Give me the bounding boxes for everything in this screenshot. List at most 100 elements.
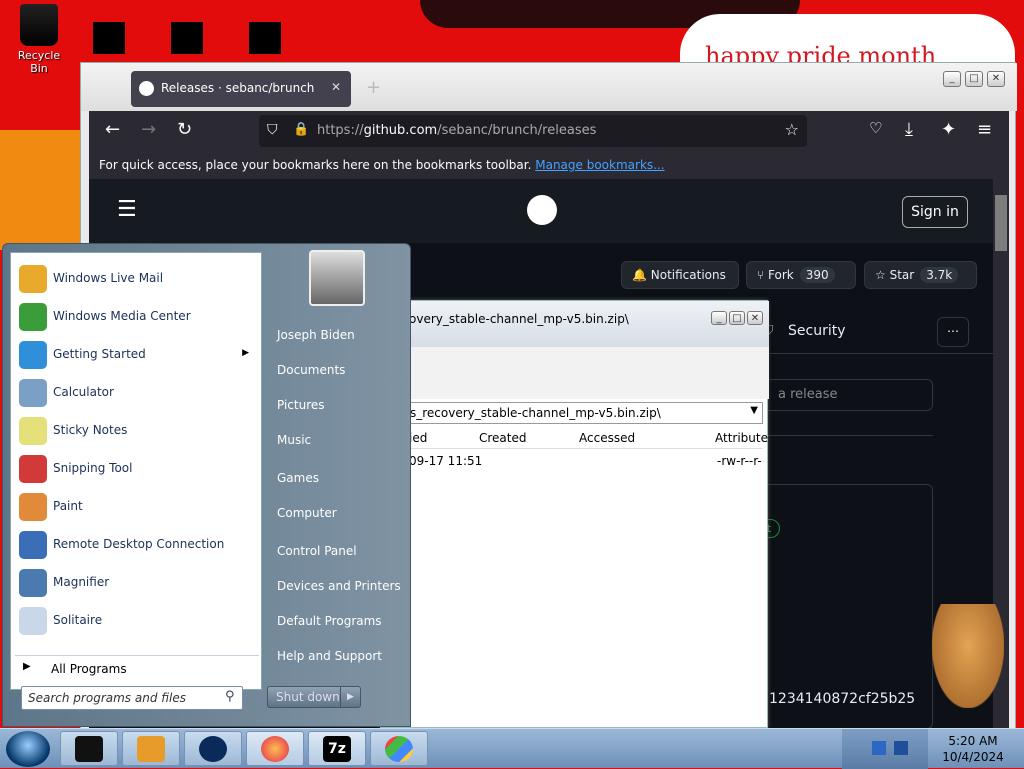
zip-path-field[interactable]: s_recovery_stable-channel_mp-v5.bin.zip\… (381, 402, 763, 424)
desktop-shortcut-2[interactable] (171, 22, 203, 54)
manage-bookmarks-link[interactable]: Manage bookmarks... (535, 158, 664, 172)
start-item[interactable]: Solitaire (17, 603, 257, 639)
start-right-item[interactable]: Pictures (277, 398, 325, 412)
taskbar-app-3[interactable] (184, 731, 242, 766)
url-host: github.com (363, 123, 438, 138)
notifications-button[interactable]: 🔔 Notifications (621, 261, 739, 289)
start-right-item[interactable]: Games (277, 471, 319, 485)
shutdown-options-icon[interactable]: ▶ (340, 687, 360, 707)
maximize-button[interactable]: □ (965, 71, 983, 87)
start-menu: Windows Live Mail Windows Media Center Get… (2, 243, 411, 727)
star-button[interactable]: ☆ Star 3.7k (864, 261, 977, 289)
commit-hash[interactable]: 1234140872cf25b25 (769, 691, 915, 707)
start-right-item[interactable]: Documents (277, 363, 345, 377)
start-right-item[interactable]: Control Panel (277, 544, 357, 558)
start-item[interactable]: Paint (17, 489, 257, 525)
program-icon (19, 379, 47, 407)
start-right-item[interactable]: Music (277, 433, 311, 447)
start-item[interactable]: Windows Media Center (17, 299, 257, 335)
program-icon (19, 303, 47, 331)
desktop-shortcut-3[interactable] (249, 22, 281, 54)
col-created[interactable]: Created (479, 431, 527, 445)
taskbar-7zip[interactable]: 7z (308, 731, 366, 766)
taskbar-app-1[interactable] (60, 731, 118, 766)
desktop-shortcut-1[interactable] (93, 22, 125, 54)
firefox-icon (261, 736, 289, 762)
bookmarks-hint: For quick access, place your bookmarks h… (99, 158, 532, 172)
star-icon: ☆ (875, 268, 890, 282)
start-item[interactable]: Remote Desktop Connection (17, 527, 257, 563)
start-item[interactable]: Sticky Notes (17, 413, 257, 449)
url-bar[interactable]: ⛉ 🔒 https://github.com/sebanc/brunch/rel… (259, 115, 807, 147)
download-icon[interactable]: ⤓ (905, 119, 913, 140)
col-accessed[interactable]: Accessed (579, 431, 635, 445)
more-options-icon[interactable]: ⋯ (937, 317, 969, 347)
start-item[interactable]: Magnifier (17, 565, 257, 601)
recycle-bin-label: Recycle Bin (17, 49, 61, 75)
bookmarks-toolbar: For quick access, place your bookmarks h… (89, 151, 1009, 179)
program-icon (19, 607, 47, 635)
start-item-label: Remote Desktop Connection (53, 537, 225, 551)
lock-icon[interactable]: 🔒 (293, 122, 309, 137)
github-logo-icon[interactable] (527, 195, 557, 225)
search-input[interactable]: Search programs and files (21, 686, 243, 710)
taskbar-media-player[interactable] (122, 731, 180, 766)
start-right-item[interactable]: Devices and Printers (277, 579, 401, 593)
tab-title: Releases · sebanc/brunch (161, 81, 315, 95)
zip-maximize-button[interactable]: □ (729, 311, 745, 325)
windows-logo-icon (385, 736, 413, 762)
taskbar-firefox[interactable] (246, 731, 304, 766)
start-item[interactable]: Calculator (17, 375, 257, 411)
start-orb-icon[interactable] (6, 731, 50, 767)
start-right-item[interactable]: Joseph Biden (277, 328, 355, 342)
chevron-down-icon[interactable]: ▼ (750, 405, 758, 416)
menu-icon[interactable]: ≡ (977, 119, 992, 140)
tray-icon-1[interactable] (872, 741, 886, 755)
shutdown-button[interactable]: Shut down ▶ (267, 686, 361, 708)
program-icon (19, 455, 47, 483)
program-icon (19, 493, 47, 521)
table-row[interactable]: 09-17 11:51 -rw-r--r- (381, 451, 763, 471)
close-button[interactable]: ✕ (987, 71, 1005, 87)
taskbar-windows-explorer[interactable] (370, 731, 428, 766)
globe-icon (199, 736, 227, 762)
tab-close-icon[interactable]: ✕ (331, 80, 341, 94)
start-right-item[interactable]: Default Programs (277, 614, 382, 628)
fork-label: Fork (768, 268, 794, 282)
tab-security[interactable]: Security (788, 323, 846, 339)
zip-title-bar: overy_stable-channel_mp-v5.bin.zip\ _ □ … (381, 301, 769, 347)
sign-in-button[interactable]: Sign in (902, 196, 968, 228)
fork-button[interactable]: ⑂ Fork 390 (746, 261, 856, 289)
start-item[interactable]: Getting Started ▶ (17, 337, 257, 373)
star-label: Star (889, 268, 915, 282)
bookmark-star-icon[interactable]: ☆ (785, 120, 799, 139)
search-icon[interactable]: ⚲ (225, 689, 235, 704)
trash-icon (20, 4, 58, 46)
col-attributes[interactable]: Attribute (715, 431, 768, 445)
recycle-bin-icon[interactable]: Recycle Bin (8, 4, 70, 75)
new-tab-icon[interactable]: + (366, 77, 381, 98)
start-item[interactable]: Snipping Tool (17, 451, 257, 487)
zip-minimize-button[interactable]: _ (711, 311, 727, 325)
shield-icon[interactable]: ⛉ (267, 122, 278, 138)
zip-close-button[interactable]: ✕ (747, 311, 763, 325)
start-right-item[interactable]: Help and Support (277, 649, 382, 663)
star-count: 3.7k (920, 267, 959, 283)
start-item[interactable]: Windows Live Mail (17, 261, 257, 297)
clock[interactable]: 5:20 AM 10/4/2024 (930, 733, 1016, 765)
scrollbar-thumb[interactable] (995, 195, 1007, 251)
forward-icon[interactable]: → (141, 119, 156, 140)
reload-icon[interactable]: ↻ (177, 119, 192, 140)
bell-icon: 🔔 (632, 268, 651, 282)
tray-icon-2[interactable] (894, 741, 908, 755)
tab-releases[interactable]: Releases · sebanc/brunch ✕ (131, 71, 351, 107)
minimize-button[interactable]: _ (943, 71, 961, 87)
user-picture[interactable] (309, 250, 365, 306)
pocket-icon[interactable]: ♡ (869, 119, 882, 137)
start-right-item[interactable]: Computer (277, 506, 337, 520)
all-programs-item[interactable]: ▶ All Programs (15, 655, 259, 681)
hamburger-menu-icon[interactable]: ☰ (117, 197, 137, 222)
col-modified[interactable]: ied (409, 431, 427, 445)
back-icon[interactable]: ← (105, 119, 120, 140)
extensions-icon[interactable]: ✦ (941, 119, 956, 140)
